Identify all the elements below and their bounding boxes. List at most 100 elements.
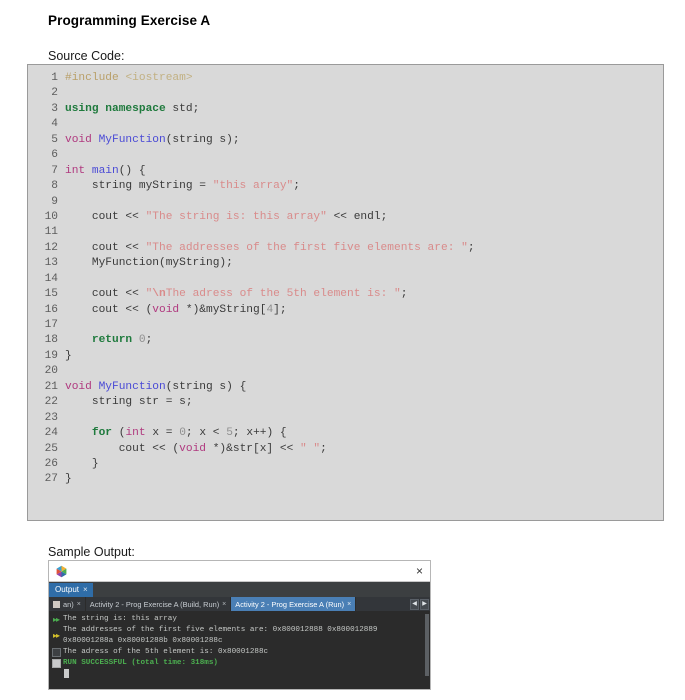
line-number: 14 (44, 272, 58, 285)
code-line: 21 void MyFunction(string s) { (28, 380, 663, 395)
close-icon[interactable]: × (414, 565, 425, 577)
code-line: 16 cout << (void *)&myString[4]; (28, 303, 663, 318)
output-sub-tab-close-icon[interactable]: × (347, 601, 351, 608)
line-number: 8 (51, 180, 58, 193)
tab-output[interactable]: Output × (49, 583, 93, 597)
console-line: The adress of the 5th element is: 0x8000… (63, 648, 269, 656)
line-number: 2 (51, 87, 58, 100)
output-sub-tab-label: an) (63, 599, 74, 609)
line-number: 1 (51, 72, 58, 84)
code-token: void (65, 133, 99, 146)
code-token: \n (152, 288, 166, 301)
code-token: ; (293, 180, 300, 193)
line-number: 4 (51, 118, 58, 131)
source-code-panel: 1 #include <iostream> 2 3 using namespace st… (27, 64, 664, 521)
line-number: 9 (51, 195, 58, 208)
code-line: 15 cout << "\nThe adress of the 5th elem… (28, 287, 663, 302)
code-token: void (65, 380, 99, 393)
code-line: 12 cout << "The addresses of the first f… (28, 241, 663, 256)
sample-output-label: Sample Output: (48, 545, 135, 559)
code-token: x = (145, 427, 180, 440)
code-line: 23 (28, 411, 663, 426)
output-sub-tab-row: an) × Activity 2 - Prog Exercise A (Build,… (49, 597, 430, 612)
tab-output-close-icon[interactable]: × (83, 586, 88, 594)
output-sub-tab-label: Activity 2 - Prog Exercise A (Run) (235, 599, 345, 609)
tab-file-icon (53, 600, 60, 608)
code-line: 14 (28, 272, 663, 287)
code-token: int (125, 427, 146, 440)
code-token: 5 (226, 427, 233, 440)
chevron-double-right-icon: ▸▸ (52, 614, 60, 624)
console-scrollbar-thumb[interactable] (425, 614, 429, 676)
code-token: ; (400, 288, 408, 301)
code-line: 1 #include <iostream> (28, 71, 663, 86)
output-sub-tab-close-icon[interactable]: × (77, 601, 81, 608)
code-token: int (65, 164, 92, 177)
line-number: 26 (44, 457, 58, 470)
code-line: 19} (28, 349, 663, 364)
tab-scroll-left-button[interactable]: ◀ (410, 598, 419, 610)
code-token: #include (65, 72, 126, 84)
gutter-terminal-icon (49, 647, 63, 658)
line-number: 11 (44, 226, 58, 239)
console-gutter: ▸▸ ▸▸ (49, 612, 63, 689)
output-sub-tab-close-icon[interactable]: × (222, 601, 226, 608)
gutter-run-icon-1: ▸▸ (49, 614, 63, 625)
gutter-run-icon-2: ▸▸ (49, 625, 63, 647)
code-token: ; x < (185, 427, 227, 440)
code-token: MyFunction(myString); (65, 257, 233, 270)
code-line: 4 (28, 117, 663, 132)
code-line: 17 (28, 318, 663, 333)
code-token: *)&str[x] << (212, 442, 300, 455)
output-window: × Output × an) × Activity 2 - Prog Exercis… (48, 560, 431, 690)
line-number: 19 (44, 349, 58, 362)
code-token: main (91, 164, 119, 177)
code-line: 10 cout << "The string is: this array" <… (28, 210, 663, 225)
line-number: 10 (44, 210, 58, 223)
code-token: void (179, 442, 213, 455)
code-line: 6 (28, 148, 663, 163)
code-token: cout << ( (65, 303, 153, 316)
console-output-area[interactable]: ▸▸ ▸▸ The string is: this array The addre… (49, 612, 430, 689)
code-token: string myString = (65, 180, 213, 193)
code-token: ; (320, 442, 327, 455)
line-number: 16 (44, 303, 58, 316)
line-number: 27 (44, 473, 58, 486)
code-token: <iostream> (125, 72, 193, 84)
code-token: "The addresses of the first five element… (145, 241, 468, 254)
tab-output-label: Output (55, 585, 80, 594)
console-scrollbar[interactable] (424, 612, 430, 689)
code-line: 13 MyFunction(myString); (28, 256, 663, 271)
code-line: 27} (28, 472, 663, 487)
terminal-square-icon (51, 648, 61, 657)
code-line: 7 int main() { (28, 164, 663, 179)
code-token: (string s) { (165, 380, 247, 393)
tab-scroll-right-button[interactable]: ▶ (420, 598, 429, 610)
line-number: 18 (44, 334, 58, 347)
code-token: cout << (65, 241, 146, 254)
code-line: 5 void MyFunction(string s); (28, 133, 663, 148)
code-token: } (65, 457, 99, 470)
output-sub-tab-1[interactable]: Activity 2 - Prog Exercise A (Build, Run… (86, 597, 232, 611)
console-line: The addresses of the first five elements… (63, 626, 378, 634)
code-token: for (91, 427, 113, 440)
page-title: Programming Exercise A (48, 13, 211, 28)
code-line: 3 using namespace std; (28, 102, 663, 117)
line-number: 7 (51, 164, 58, 177)
line-number: 21 (44, 380, 58, 393)
line-number: 20 (44, 365, 58, 378)
code-token: *)&myString[ (185, 303, 267, 316)
line-number: 25 (44, 442, 58, 455)
code-token: std; (165, 102, 200, 115)
line-number: 22 (44, 396, 58, 409)
line-number: 3 (51, 102, 58, 115)
output-sub-tab-2[interactable]: Activity 2 - Prog Exercise A (Run) × (231, 597, 357, 611)
code-token: ( (112, 427, 126, 440)
output-sub-tab-0[interactable]: an) × (49, 597, 86, 611)
code-token: ; (145, 334, 153, 347)
output-window-titlebar: × (49, 561, 430, 582)
code-token: void (152, 303, 186, 316)
code-line: 8 string myString = "this array"; (28, 179, 663, 194)
